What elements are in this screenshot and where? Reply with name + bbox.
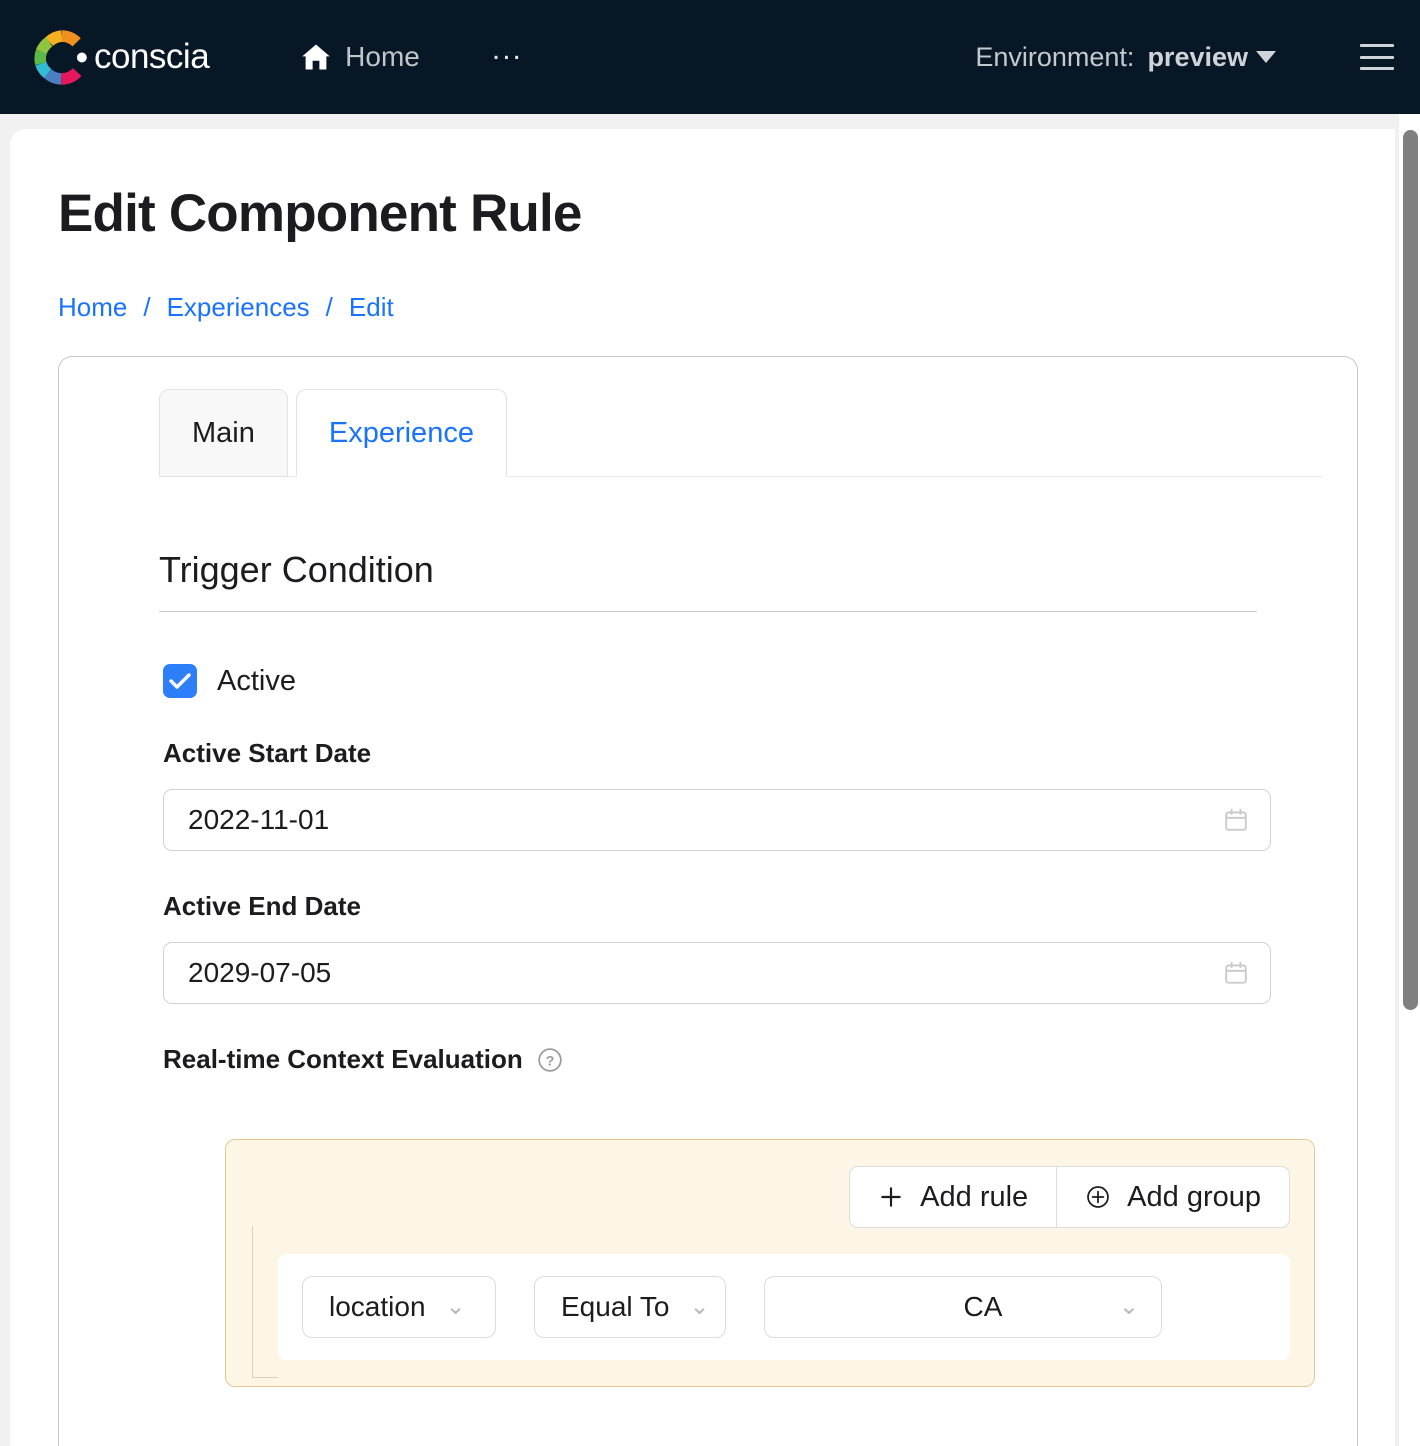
tab-main[interactable]: Main <box>159 389 288 477</box>
add-group-button[interactable]: Add group <box>1057 1166 1290 1228</box>
rule-field-value: location <box>329 1291 426 1322</box>
rule-field-select[interactable]: location ⌄ <box>302 1276 496 1338</box>
plus-icon <box>878 1184 904 1210</box>
breadcrumb-item-edit[interactable]: Edit <box>349 292 394 323</box>
vertical-scrollbar[interactable] <box>1398 114 1420 1446</box>
context-evaluation-label-row: Real-time Context Evaluation ? <box>163 1044 1357 1075</box>
home-icon <box>301 43 331 71</box>
calendar-icon[interactable] <box>1223 960 1249 986</box>
hamburger-menu-icon[interactable] <box>1360 44 1394 70</box>
active-end-date-input[interactable]: 2029-07-05 <box>163 942 1271 1004</box>
nav-overflow-menu-icon[interactable]: ... <box>492 35 523 79</box>
brand-name: conscia <box>94 37 210 76</box>
breadcrumb-item-home[interactable]: Home <box>58 292 127 323</box>
query-builder-button-group: Add rule Add group <box>849 1166 1290 1228</box>
active-start-date-input[interactable]: 2022-11-01 <box>163 789 1271 851</box>
svg-text:?: ? <box>545 1052 554 1068</box>
rule-editor-card: Main Experience Trigger Condition Active… <box>58 356 1358 1446</box>
chevron-down-icon: ⌄ <box>445 1293 466 1320</box>
breadcrumb: Home / Experiences / Edit <box>58 292 1395 323</box>
rule-operator-value: Equal To <box>561 1291 670 1322</box>
conscia-wheel-icon <box>34 29 89 85</box>
chevron-down-icon: ⌄ <box>1118 1293 1139 1320</box>
query-builder-rule-row: location ⌄ Equal To ⌄ CA ⌄ <box>278 1254 1290 1360</box>
brand-logo[interactable]: conscia <box>34 29 210 85</box>
environment-selector[interactable]: Environment: preview <box>975 42 1276 73</box>
page-background: Edit Component Rule Home / Experiences /… <box>0 114 1420 1446</box>
section-title-trigger-condition: Trigger Condition <box>159 549 1257 612</box>
active-start-date-field: 2022-11-01 <box>163 789 1271 851</box>
nav-item-home[interactable]: Home <box>301 41 420 73</box>
check-icon <box>169 673 191 689</box>
add-group-label: Add group <box>1127 1180 1261 1213</box>
tab-strip: Main Experience <box>159 389 1323 477</box>
page-title: Edit Component Rule <box>58 184 582 243</box>
help-circle-icon[interactable]: ? <box>537 1047 563 1073</box>
query-builder-toolbar: Add rule Add group <box>252 1166 1290 1228</box>
calendar-icon[interactable] <box>1223 807 1249 833</box>
breadcrumb-separator: / <box>325 292 333 322</box>
rule-value-select[interactable]: CA ⌄ <box>764 1276 1162 1338</box>
nav-home-label: Home <box>345 41 420 72</box>
query-builder-tree-connector <box>252 1226 278 1378</box>
environment-label: Environment: <box>975 41 1135 72</box>
context-evaluation-label: Real-time Context Evaluation <box>163 1044 523 1074</box>
query-builder-group: Add rule Add group location ⌄ Equal To ⌄… <box>225 1139 1315 1387</box>
active-checkbox[interactable] <box>163 664 197 698</box>
environment-value: preview <box>1147 41 1248 72</box>
active-start-date-label: Active Start Date <box>163 738 372 768</box>
scrollbar-thumb[interactable] <box>1403 130 1418 1010</box>
add-rule-button[interactable]: Add rule <box>849 1166 1058 1228</box>
chevron-down-icon: ⌄ <box>689 1293 710 1320</box>
breadcrumb-separator: / <box>143 292 151 322</box>
plus-circle-icon <box>1085 1184 1111 1210</box>
content-sheet: Edit Component Rule Home / Experiences /… <box>10 129 1395 1446</box>
active-checkbox-row: Active <box>163 664 1357 698</box>
active-end-date-field: 2029-07-05 <box>163 942 1271 1004</box>
breadcrumb-item-experiences[interactable]: Experiences <box>167 292 310 323</box>
chevron-down-icon <box>1256 51 1276 63</box>
active-checkbox-label: Active <box>217 664 296 697</box>
add-rule-label: Add rule <box>920 1180 1029 1213</box>
rule-value-value: CA <box>963 1291 1003 1322</box>
active-end-date-label: Active End Date <box>163 891 361 921</box>
tab-experience[interactable]: Experience <box>295 389 507 477</box>
rule-operator-select[interactable]: Equal To ⌄ <box>534 1276 726 1338</box>
top-navigation-bar: conscia Home ... Environment: preview <box>0 0 1420 114</box>
